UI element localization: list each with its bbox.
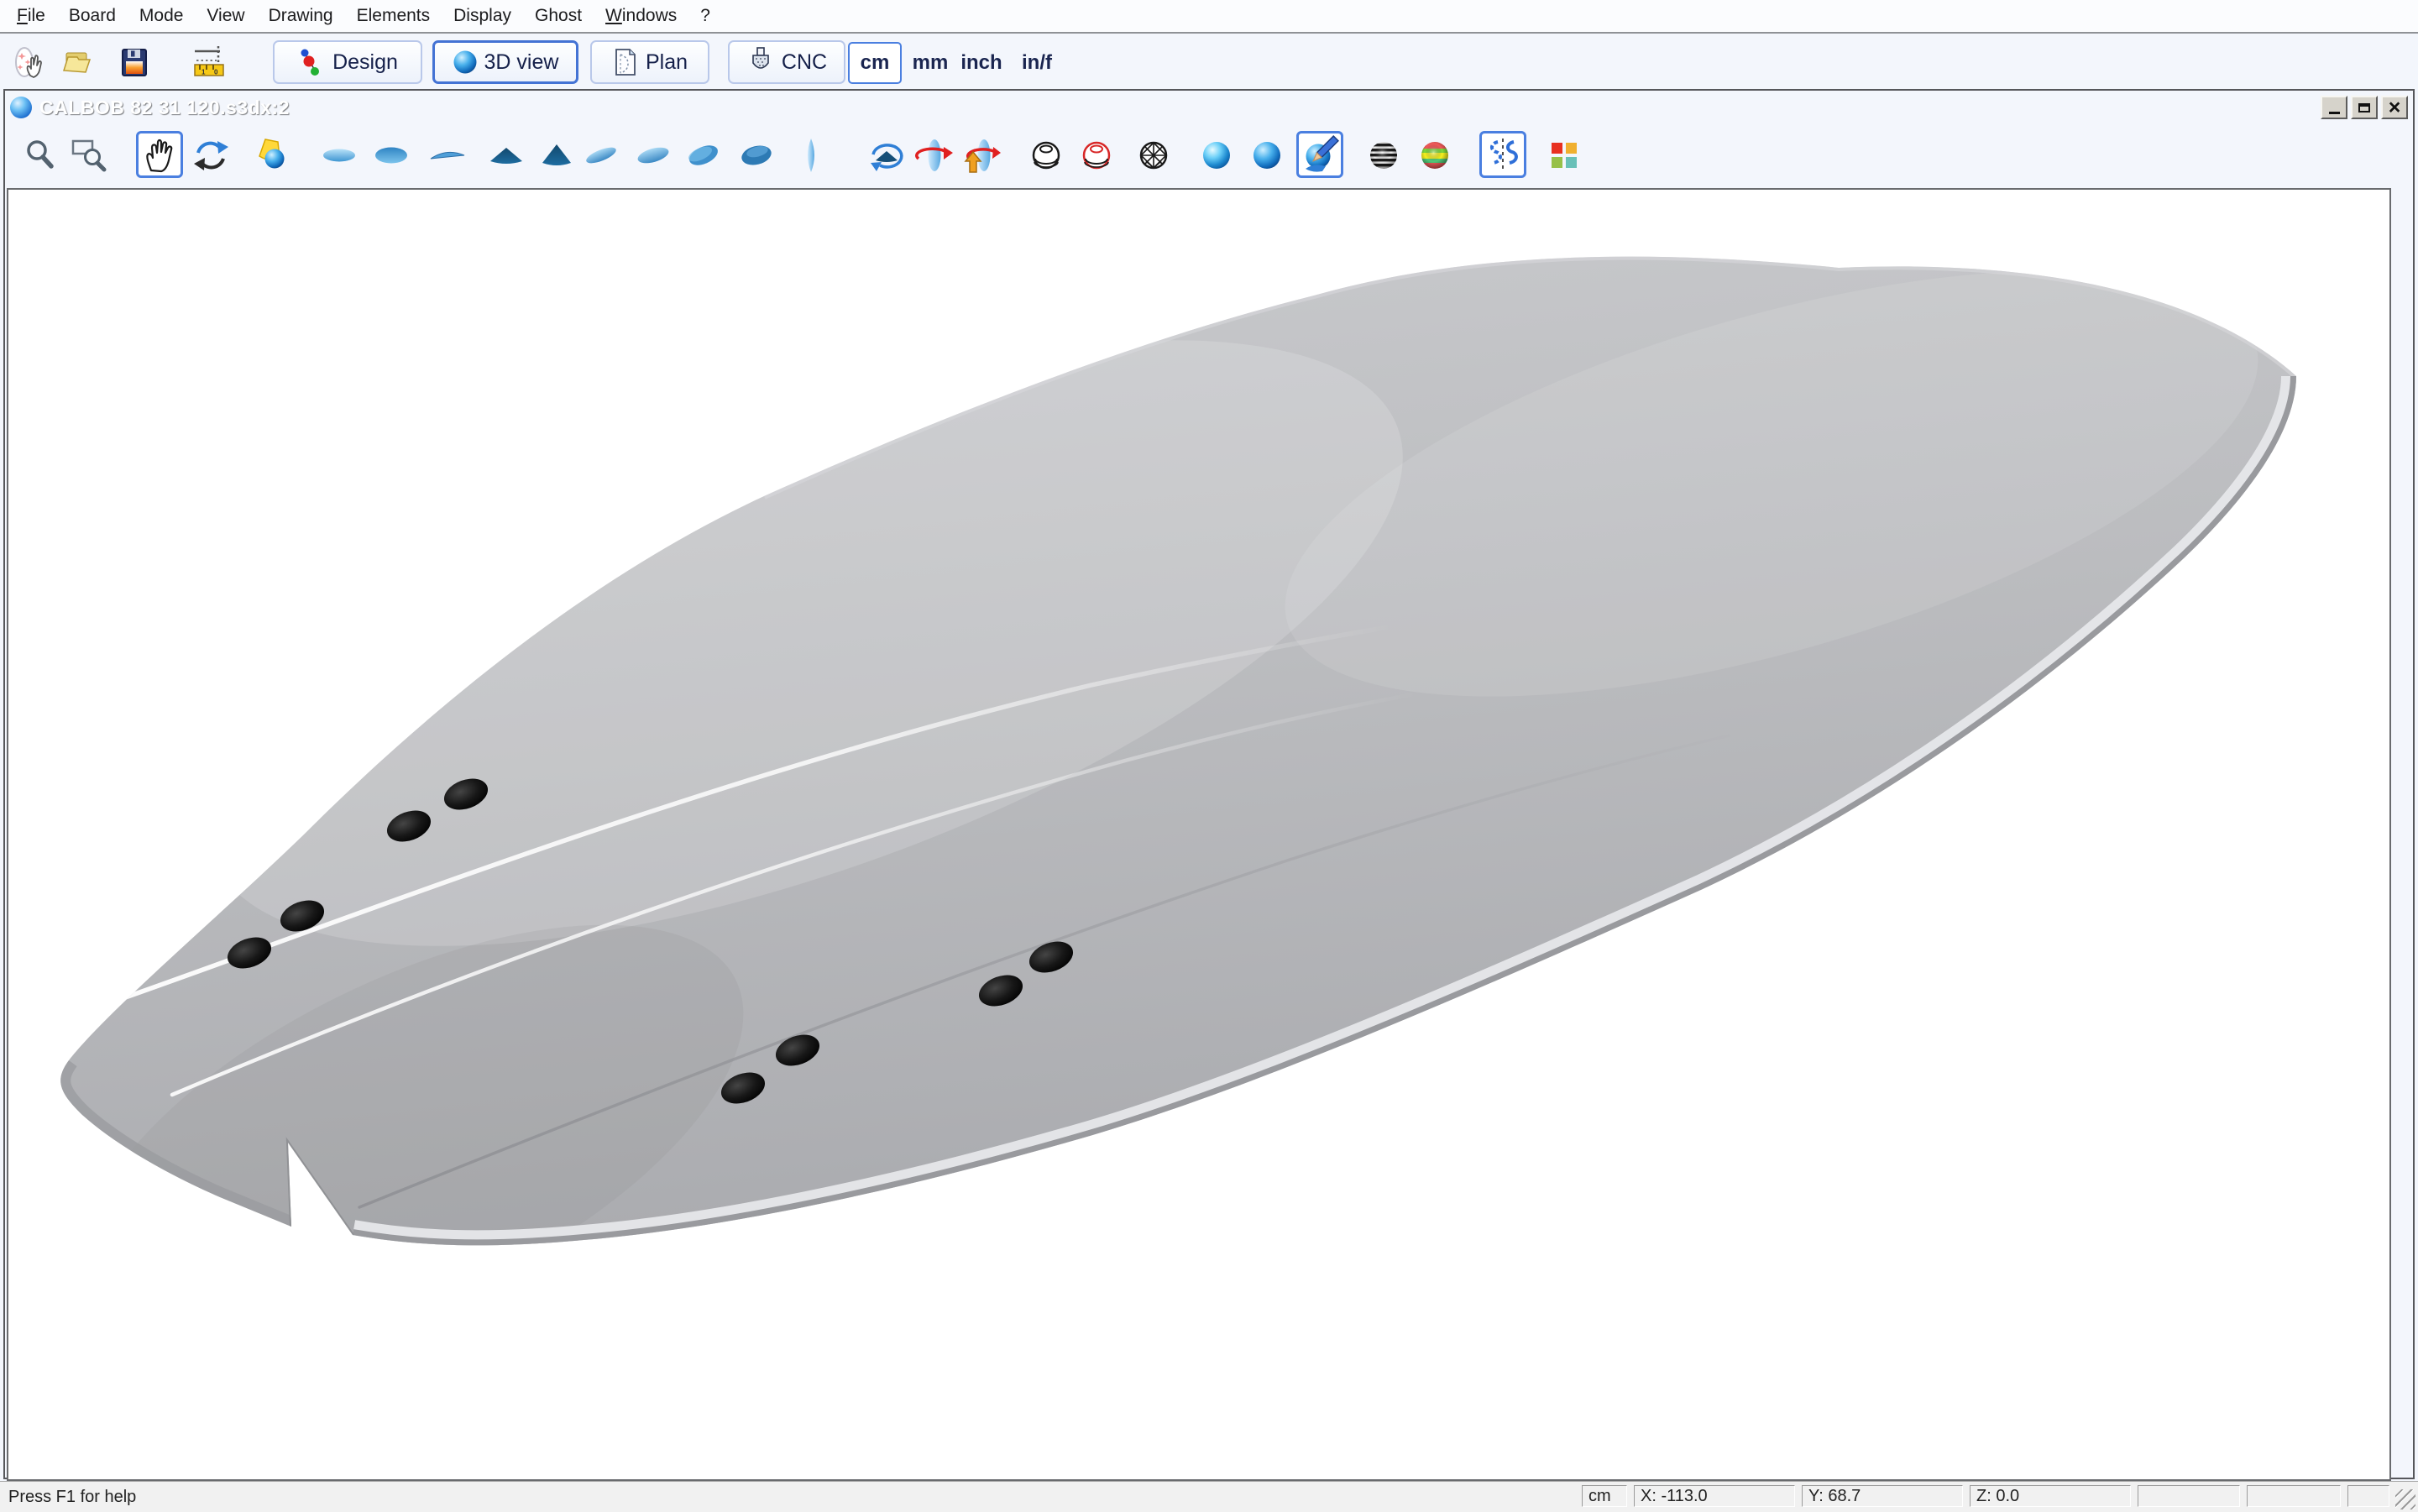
status-empty-cell xyxy=(2347,1485,2389,1507)
document-icon xyxy=(10,97,32,118)
rotate-board-icon[interactable] xyxy=(866,135,907,175)
status-help-text: Press F1 for help xyxy=(8,1488,136,1507)
close-button[interactable]: × xyxy=(2381,96,2408,119)
menu-help[interactable]: ? xyxy=(688,3,722,29)
maximize-button[interactable] xyxy=(2351,96,2378,119)
tile-colors-icon[interactable] xyxy=(1544,135,1584,175)
3d-sphere-icon xyxy=(453,50,478,75)
unit-inf[interactable]: in/f xyxy=(1014,42,1060,84)
plan-icon xyxy=(612,47,639,77)
spin-board-icon[interactable] xyxy=(914,135,955,175)
design-mode-button[interactable]: Design xyxy=(273,40,422,84)
save-icon[interactable] xyxy=(116,44,153,81)
3d-viewport[interactable] xyxy=(7,188,2391,1481)
design-mode-label: Design xyxy=(332,50,398,75)
minimize-icon xyxy=(2329,112,2340,114)
design-icon xyxy=(297,47,326,77)
open-folder-icon[interactable] xyxy=(59,44,96,81)
maximize-icon xyxy=(2358,103,2370,112)
paint-sphere-icon[interactable] xyxy=(1296,131,1343,178)
menu-ghost[interactable]: Ghost xyxy=(523,3,594,29)
svg-text:0: 0 xyxy=(214,69,218,76)
resize-grip[interactable] xyxy=(2395,1489,2415,1509)
unit-cm[interactable]: cm xyxy=(848,42,902,84)
status-bar: Press F1 for help cm X: -113.0 Y: 68.7 Z… xyxy=(0,1481,2418,1512)
view-front-icon[interactable] xyxy=(486,135,526,175)
plan-mode-label: Plan xyxy=(646,50,688,75)
unit-inch[interactable]: inch xyxy=(957,42,1006,84)
mesh-sphere-icon[interactable] xyxy=(1133,135,1174,175)
unit-mm[interactable]: mm xyxy=(909,42,951,84)
new-board-wizard-icon[interactable] xyxy=(10,44,47,81)
smooth-sphere-icon[interactable] xyxy=(1247,135,1287,175)
menu-drawing[interactable]: Drawing xyxy=(257,3,345,29)
view-side-icon[interactable] xyxy=(427,135,468,175)
view-bottom-icon[interactable] xyxy=(371,135,411,175)
zebra-sphere-icon[interactable] xyxy=(1363,135,1404,175)
cnc-mode-button[interactable]: CNC xyxy=(728,40,845,84)
plan-mode-button[interactable]: Plan xyxy=(590,40,709,84)
dimensions-icon[interactable]: 1 0 xyxy=(191,44,228,81)
svg-text:1: 1 xyxy=(202,69,206,76)
status-unit: cm xyxy=(1582,1485,1627,1507)
menu-file[interactable]: File xyxy=(5,3,57,29)
zoom-window-icon[interactable] xyxy=(69,135,109,175)
menu-display[interactable]: Display xyxy=(442,3,523,29)
view-perspective-top-icon[interactable] xyxy=(581,135,621,175)
view-top-icon[interactable] xyxy=(319,135,359,175)
view-toolbar xyxy=(5,124,2413,186)
view-perspective-side-icon[interactable] xyxy=(633,135,673,175)
wireframe-sphere-icon[interactable] xyxy=(1026,135,1066,175)
status-y-coord: Y: 68.7 xyxy=(1802,1485,1963,1507)
flip-board-icon[interactable] xyxy=(961,135,1002,175)
3d-view-mode-button[interactable]: 3D view xyxy=(432,40,578,84)
view-back-icon[interactable] xyxy=(536,135,577,175)
menu-mode[interactable]: Mode xyxy=(128,3,196,29)
3d-view-mode-label: 3D view xyxy=(484,50,559,75)
cnc-mode-label: CNC xyxy=(782,50,827,75)
view-outline-icon[interactable] xyxy=(791,135,831,175)
wireframe-red-sphere-icon[interactable] xyxy=(1076,135,1117,175)
menu-view[interactable]: View xyxy=(195,3,256,29)
status-z-coord: Z: 0.0 xyxy=(1970,1485,2131,1507)
status-empty-cell xyxy=(2138,1485,2240,1507)
main-toolbar: 1 0 Design 3D view Plan xyxy=(0,35,2418,89)
view-perspective-tail-icon[interactable] xyxy=(736,135,777,175)
close-icon: × xyxy=(2389,99,2401,116)
menu-bar: File Board Mode View Drawing Elements Di… xyxy=(0,0,2418,34)
status-empty-cell xyxy=(2247,1485,2341,1507)
shaded-sphere-icon[interactable] xyxy=(1196,135,1237,175)
rotate-3d-icon[interactable] xyxy=(191,135,231,175)
minimize-button[interactable] xyxy=(2321,96,2347,119)
menu-elements[interactable]: Elements xyxy=(345,3,442,29)
flow-lines-icon[interactable] xyxy=(1479,131,1526,178)
status-x-coord: X: -113.0 xyxy=(1634,1485,1795,1507)
pan-hand-icon[interactable] xyxy=(136,131,183,178)
zoom-icon[interactable] xyxy=(20,135,60,175)
rainbow-sphere-icon[interactable] xyxy=(1415,135,1455,175)
document-title: CALBOB 82 31 120.s3dx:2 xyxy=(39,97,290,119)
menu-board[interactable]: Board xyxy=(57,3,128,29)
view-perspective-deck-icon[interactable] xyxy=(683,135,724,175)
cnc-tool-icon xyxy=(746,46,775,78)
menu-windows[interactable]: Windows xyxy=(594,3,688,29)
surfboard-3d-render xyxy=(8,190,2389,1479)
lighting-icon[interactable] xyxy=(251,135,291,175)
document-titlebar[interactable]: CALBOB 82 31 120.s3dx:2 × xyxy=(5,91,2413,124)
